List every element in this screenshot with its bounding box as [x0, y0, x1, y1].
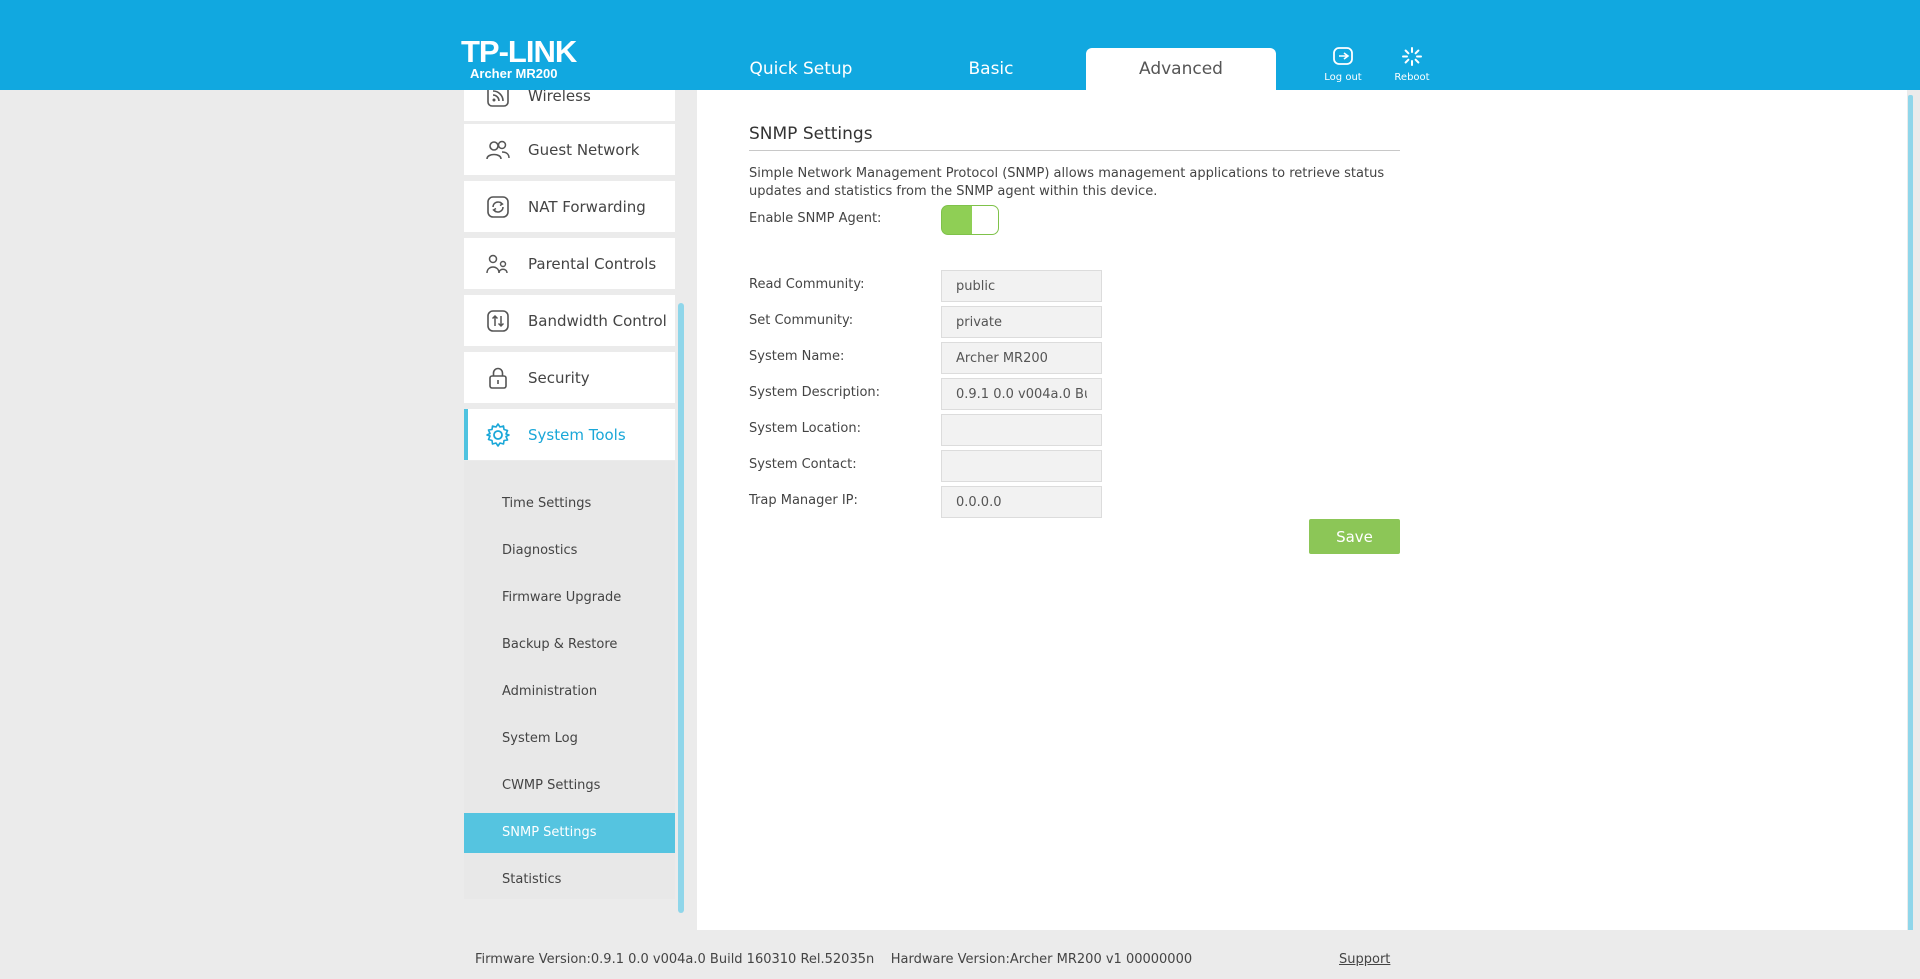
logout-label: Log out	[1324, 72, 1362, 83]
logout-icon	[1333, 47, 1353, 65]
sidebar-item-label: Bandwidth Control	[528, 311, 667, 330]
guest-network-icon	[485, 137, 511, 163]
sidebar-subitem-firmware-upgrade[interactable]: Firmware Upgrade	[464, 578, 675, 618]
support-link[interactable]: Support	[1339, 952, 1390, 967]
sidebar-item-bandwidth-control[interactable]: Bandwidth Control	[464, 295, 675, 346]
system-name-input[interactable]	[941, 342, 1102, 374]
logout-button[interactable]: Log out	[1313, 46, 1373, 83]
sidebar-subitem-cwmp-settings[interactable]: CWMP Settings	[464, 766, 675, 806]
page-title: SNMP Settings	[749, 124, 873, 144]
version-info: Firmware Version:0.9.1 0.0 v004a.0 Build…	[475, 952, 1192, 967]
toggle-knob	[972, 206, 998, 234]
reboot-label: Reboot	[1394, 72, 1430, 83]
sidebar-item-label: Security	[528, 368, 590, 387]
sidebar-subitem-backup-restore[interactable]: Backup & Restore	[464, 625, 675, 665]
logo-text: TP-LINK	[461, 34, 577, 69]
enable-snmp-toggle[interactable]	[941, 205, 999, 235]
page-scrollbar[interactable]	[1908, 95, 1913, 975]
reboot-button[interactable]: Reboot	[1382, 46, 1442, 83]
lock-icon	[485, 365, 511, 391]
sidebar-item-guest-network[interactable]: Guest Network	[464, 124, 675, 175]
sidebar-subitem-time-settings[interactable]: Time Settings	[464, 484, 675, 524]
system-name-label: System Name:	[749, 349, 845, 364]
nat-forwarding-icon	[485, 194, 511, 220]
sidebar: Wireless Guest Network NAT Forwarding Pa…	[464, 90, 675, 899]
sidebar-item-parental-controls[interactable]: Parental Controls	[464, 238, 675, 289]
firmware-version: Firmware Version:0.9.1 0.0 v004a.0 Build…	[475, 952, 875, 967]
sidebar-subitem-administration[interactable]: Administration	[464, 672, 675, 712]
footer: Firmware Version:0.9.1 0.0 v004a.0 Build…	[0, 930, 1920, 979]
system-tools-submenu: Time Settings Diagnostics Firmware Upgra…	[464, 461, 675, 899]
parental-controls-icon	[485, 251, 511, 277]
bandwidth-control-icon	[485, 308, 511, 334]
tab-advanced[interactable]: Advanced	[1086, 48, 1276, 90]
sidebar-subitem-snmp-settings[interactable]: SNMP Settings	[464, 813, 675, 853]
system-description-input[interactable]	[941, 378, 1102, 410]
sidebar-item-label: System Tools	[528, 425, 626, 444]
sidebar-subitem-diagnostics[interactable]: Diagnostics	[464, 531, 675, 571]
sidebar-item-label: Parental Controls	[528, 254, 657, 273]
sidebar-scrollbar[interactable]	[678, 303, 684, 913]
wireless-icon	[485, 90, 511, 109]
system-location-input[interactable]	[941, 414, 1102, 446]
trap-manager-ip-input[interactable]	[941, 486, 1102, 518]
tab-quick-setup[interactable]: Quick Setup	[706, 48, 896, 90]
top-header: TP-LINK Archer MR200 Quick Setup Basic A…	[0, 0, 1920, 90]
enable-snmp-label: Enable SNMP Agent:	[749, 211, 882, 226]
set-community-input[interactable]	[941, 306, 1102, 338]
sidebar-item-label: Guest Network	[528, 140, 640, 159]
reboot-icon	[1402, 47, 1422, 66]
read-community-label: Read Community:	[749, 277, 865, 292]
snmp-description: Simple Network Management Protocol (SNMP…	[749, 166, 1385, 199]
sidebar-item-system-tools[interactable]: System Tools	[464, 409, 675, 460]
save-button[interactable]: Save	[1309, 519, 1400, 554]
system-description-label: System Description:	[749, 385, 881, 400]
system-contact-label: System Contact:	[749, 457, 857, 472]
main-content: SNMP Settings Simple Network Management …	[697, 90, 1907, 930]
sidebar-subitem-system-log[interactable]: System Log	[464, 719, 675, 759]
system-location-label: System Location:	[749, 421, 861, 436]
trap-manager-ip-label: Trap Manager IP:	[749, 493, 858, 508]
tp-link-logo: TP-LINK Archer MR200	[461, 34, 577, 82]
system-contact-input[interactable]	[941, 450, 1102, 482]
sidebar-item-security[interactable]: Security	[464, 352, 675, 403]
set-community-label: Set Community:	[749, 313, 854, 328]
sidebar-item-label: NAT Forwarding	[528, 197, 646, 216]
hardware-version: Hardware Version:Archer MR200 v1 0000000…	[890, 952, 1193, 967]
gear-icon	[485, 422, 511, 448]
sidebar-item-label: Wireless	[528, 90, 591, 105]
title-divider	[749, 150, 1400, 151]
sidebar-item-wireless[interactable]: Wireless	[464, 90, 675, 121]
tab-basic[interactable]: Basic	[896, 48, 1086, 90]
read-community-input[interactable]	[941, 270, 1102, 302]
sidebar-subitem-statistics[interactable]: Statistics	[464, 860, 675, 899]
sidebar-item-nat-forwarding[interactable]: NAT Forwarding	[464, 181, 675, 232]
